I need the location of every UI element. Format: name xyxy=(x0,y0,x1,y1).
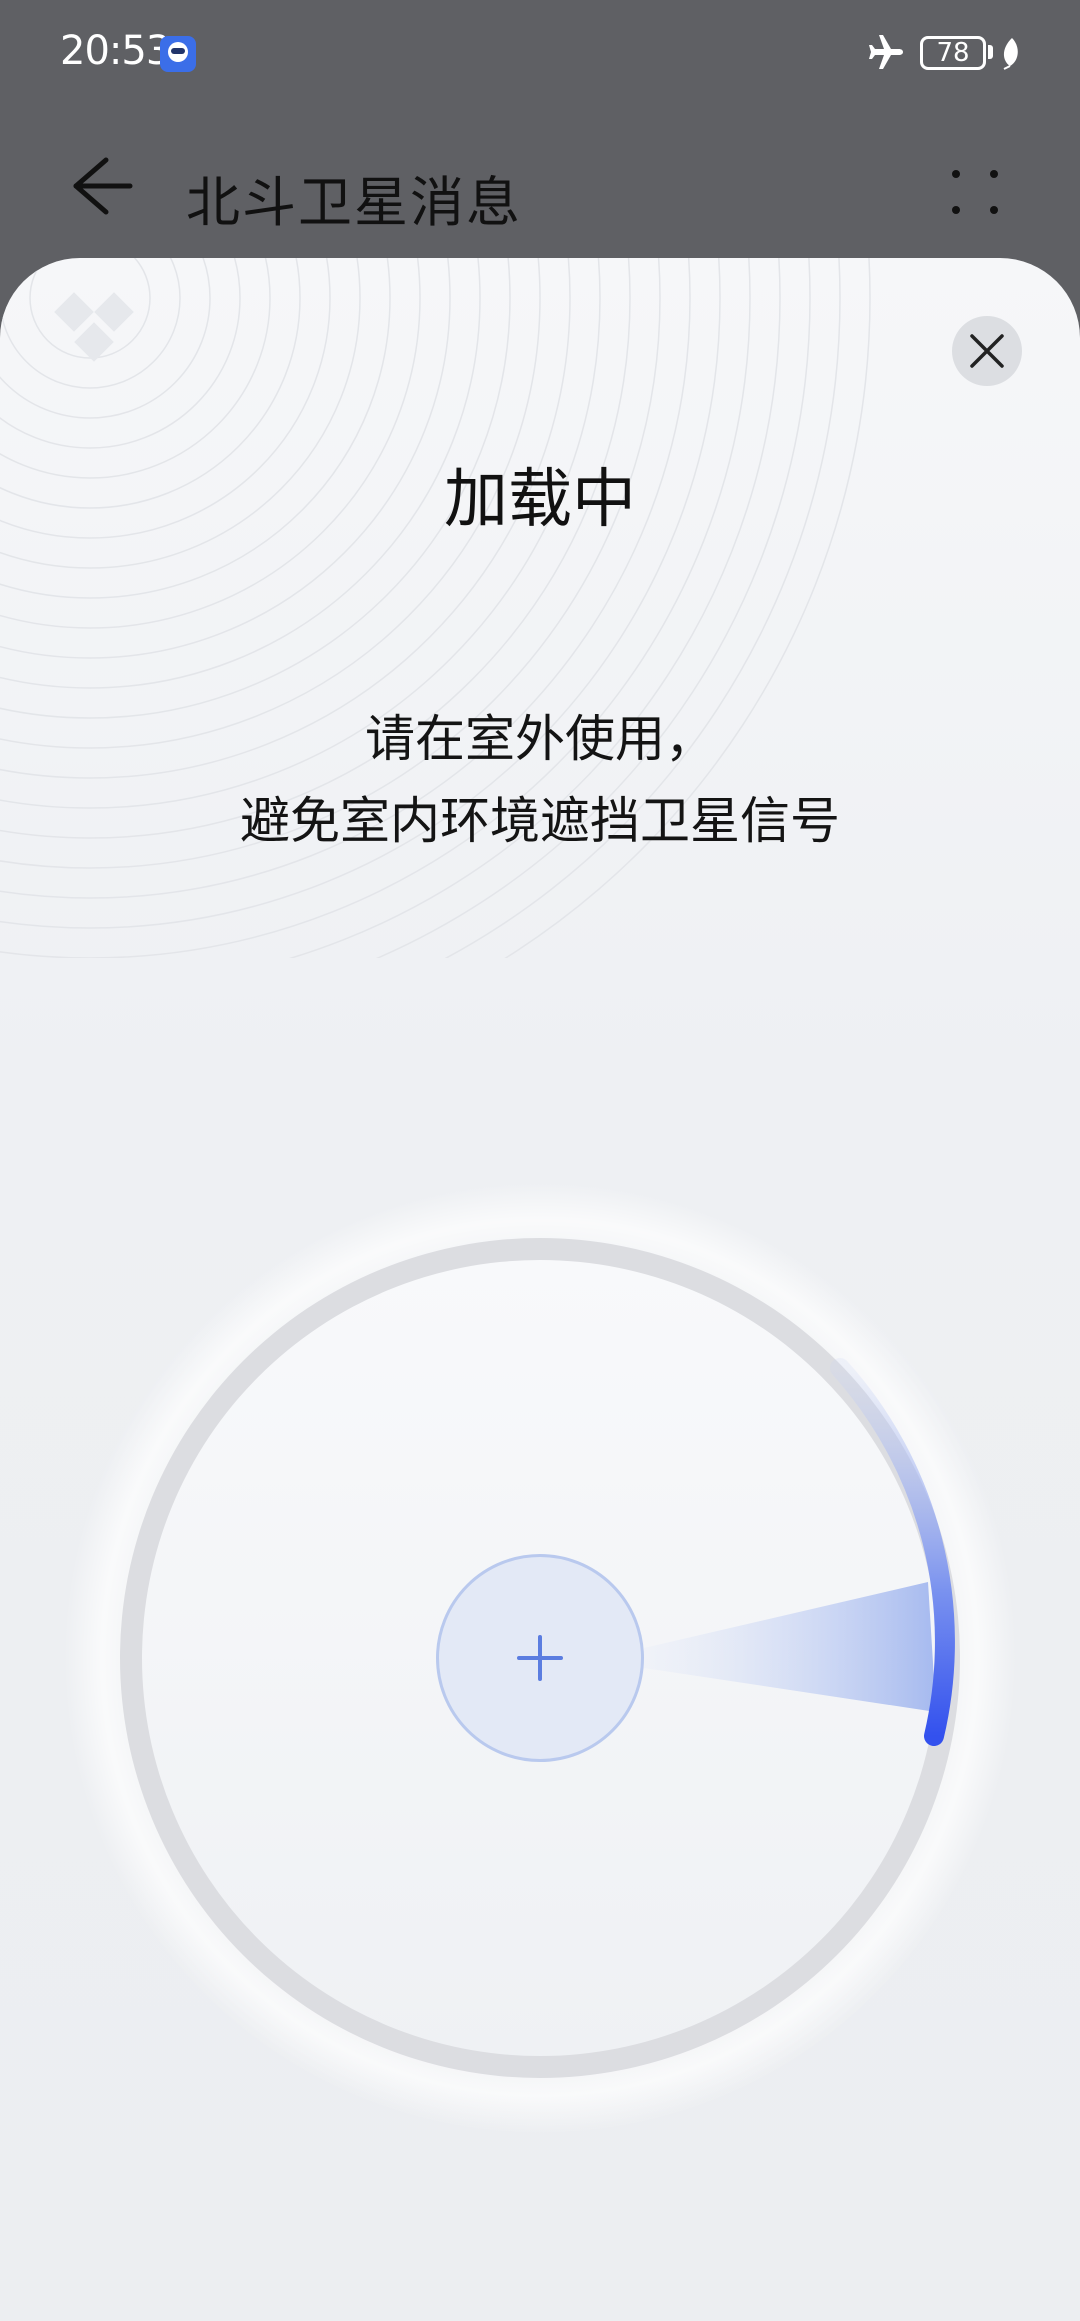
satellite-radar xyxy=(60,1178,1020,2138)
loading-sheet: 加载中 请在室外使用， 避免室内环境遮挡卫星信号 xyxy=(0,258,1080,2321)
back-button[interactable] xyxy=(62,150,142,220)
status-time: 20:53 xyxy=(60,28,171,74)
status-bar: 20:53 78 xyxy=(0,0,1080,110)
airplane-icon xyxy=(869,35,903,69)
loading-title: 加载中 xyxy=(444,463,636,537)
leaf-icon xyxy=(1003,38,1018,70)
hint-line-2: 避免室内环境遮挡卫星信号 xyxy=(240,792,840,850)
hint-line-1: 请在室外使用， xyxy=(365,710,715,768)
app-notification-icon xyxy=(160,36,196,72)
plus-icon xyxy=(517,1635,563,1681)
close-button[interactable] xyxy=(952,316,1022,386)
arrow-left-icon xyxy=(73,157,133,215)
battery-level: 78 xyxy=(936,38,970,68)
more-button[interactable] xyxy=(940,156,1010,226)
outdoor-hint: 请在室外使用， 避免室内环境遮挡卫星信号 xyxy=(0,698,1080,862)
page-title: 北斗卫星消息 xyxy=(186,171,522,234)
center-plus-button[interactable] xyxy=(436,1554,644,1762)
battery-icon: 78 xyxy=(920,36,986,70)
app-header: 北斗卫星消息 xyxy=(0,120,1080,255)
battery-cap xyxy=(988,45,993,59)
close-icon xyxy=(970,334,1004,368)
